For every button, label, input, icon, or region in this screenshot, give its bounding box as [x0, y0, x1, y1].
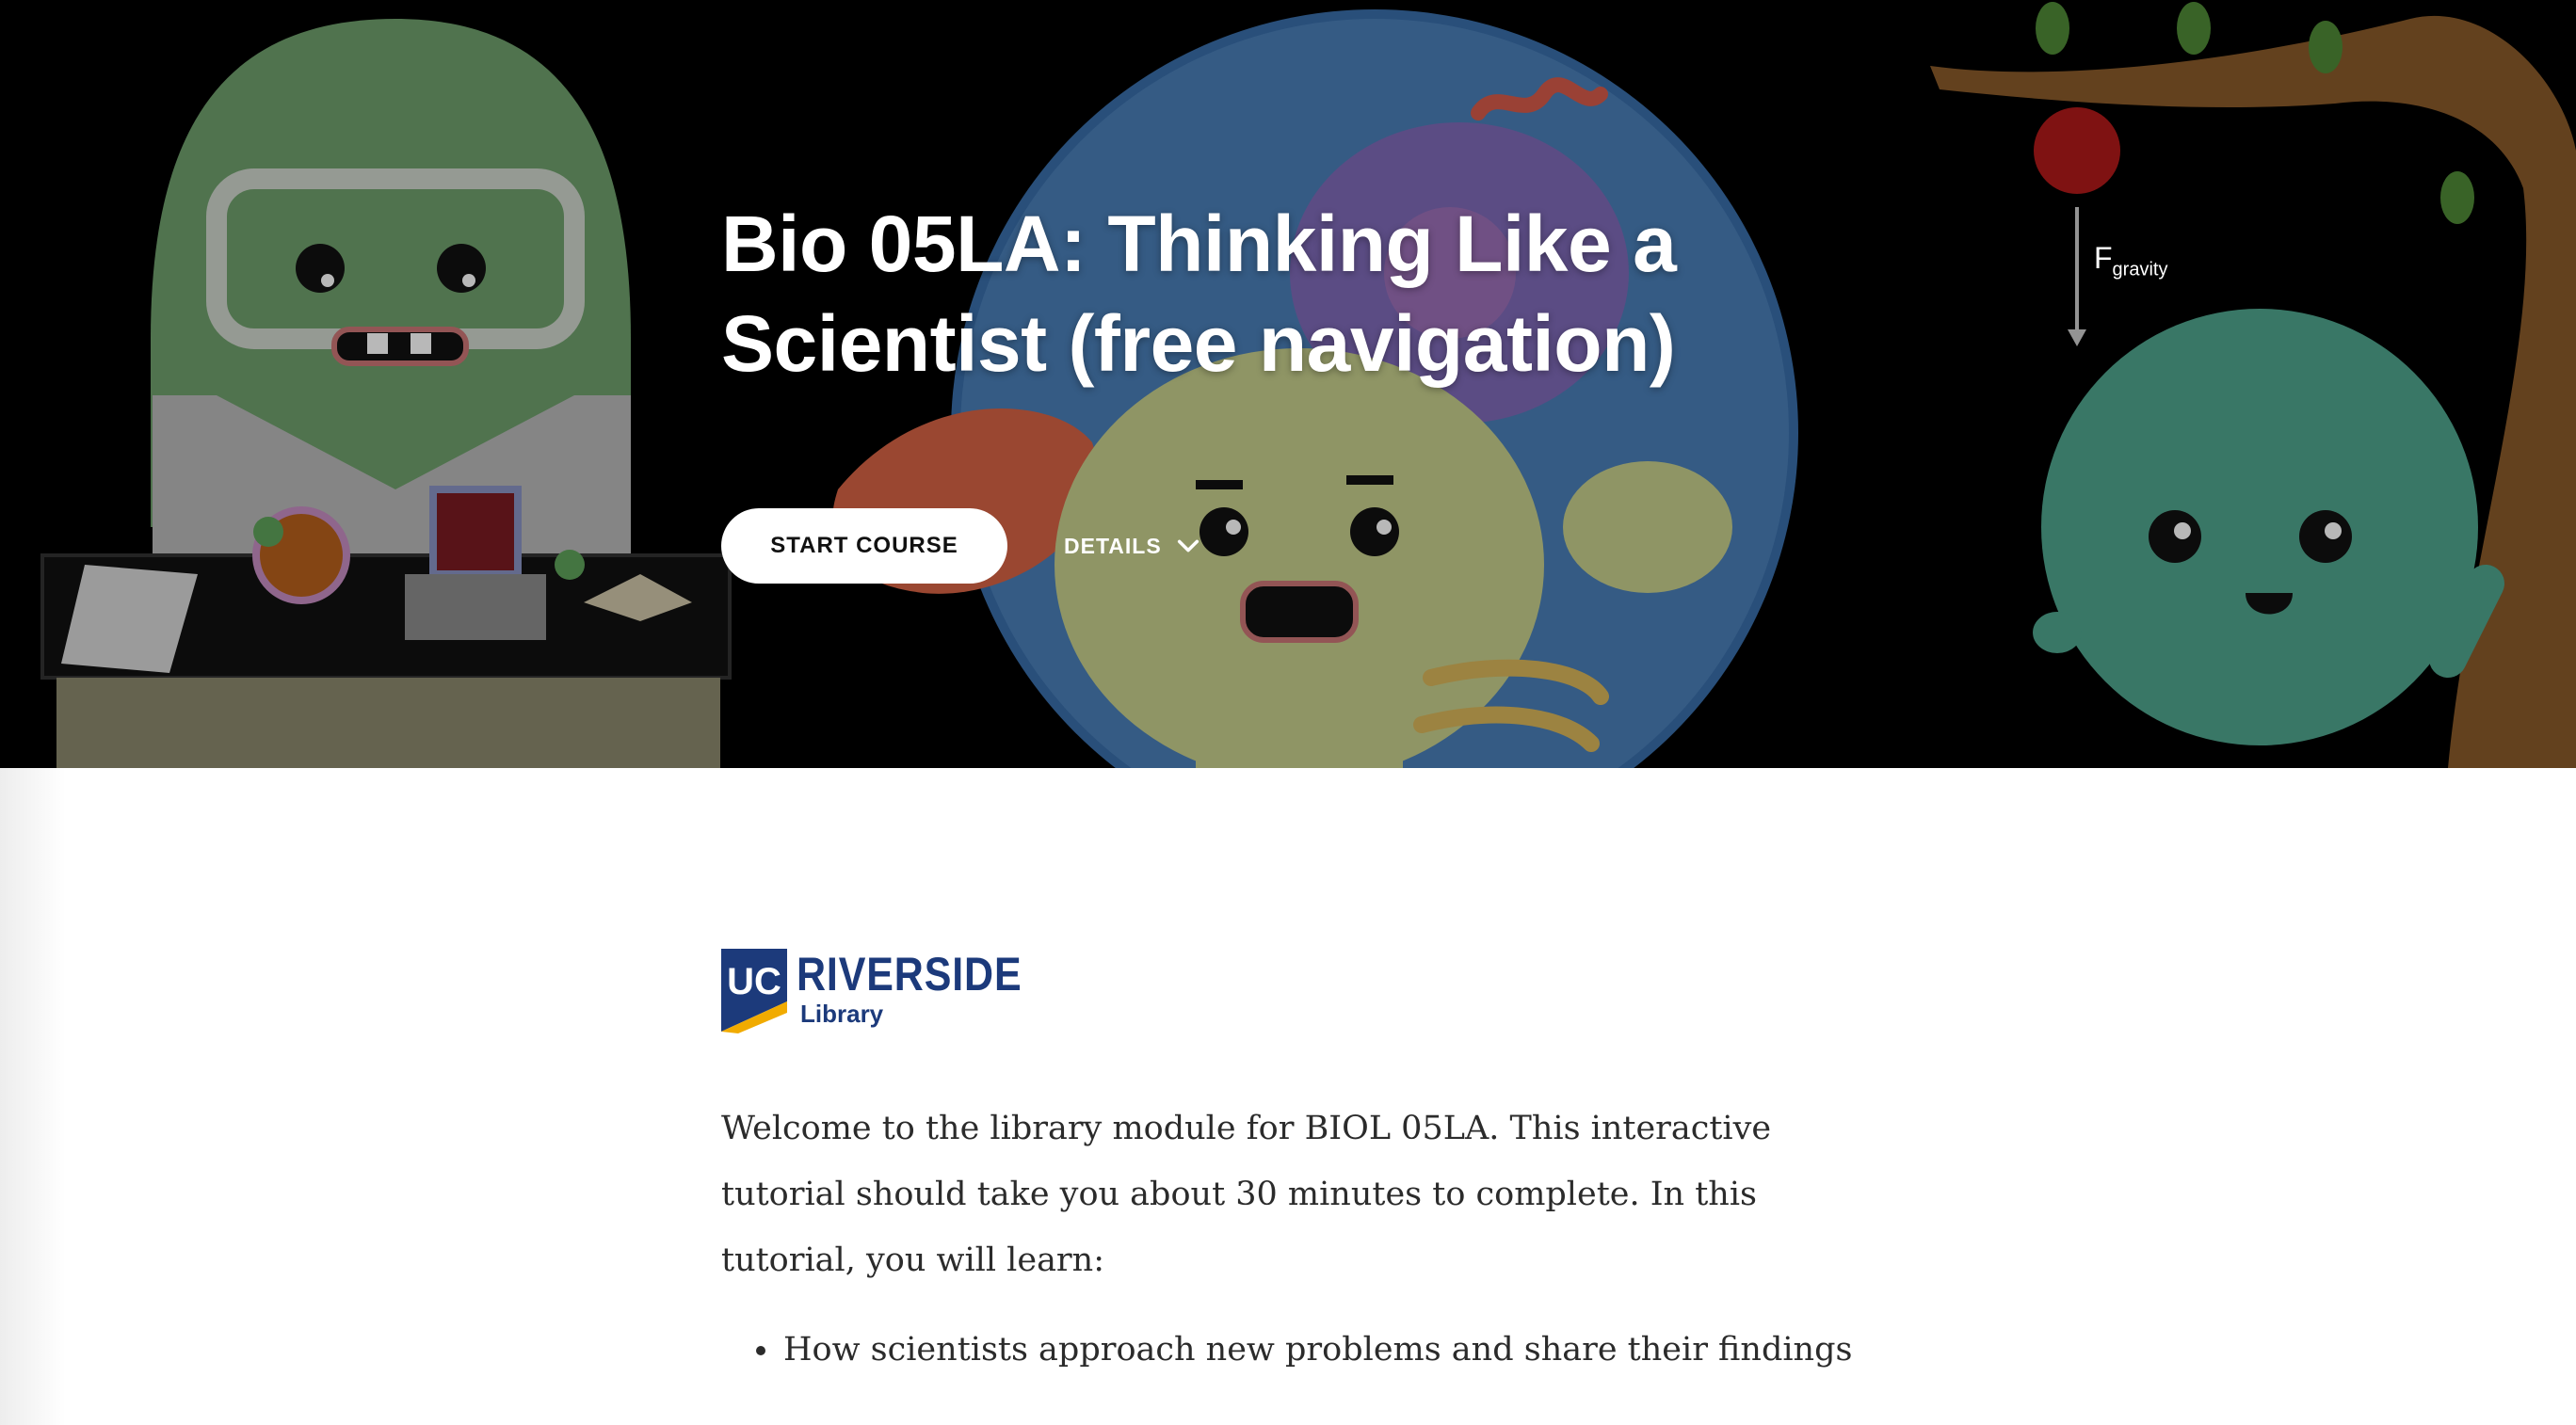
- logo-riverside-text: RIVERSIDE: [797, 948, 1022, 1001]
- course-title: Bio 05LA: Thinking Like a Scientist (fre…: [721, 200, 1677, 388]
- ucr-library-logo: UC RIVERSIDE Library: [721, 949, 1059, 1033]
- page-edge-shadow: [0, 768, 66, 1425]
- details-label: DETAILS: [1064, 533, 1162, 558]
- intro-paragraph: Welcome to the library module for BIOL 0…: [721, 1110, 1772, 1279]
- learning-objectives-list: How scientists approach new problems and…: [721, 1321, 2005, 1378]
- hero-banner: Fgravity Bio 05LA: Thinking Like a Scien…: [0, 0, 2576, 768]
- logo-mark-text: UC: [727, 961, 781, 1002]
- logo-library-text: Library: [800, 1000, 884, 1028]
- chevron-down-icon: [1177, 539, 1199, 552]
- details-toggle[interactable]: DETAILS: [1064, 523, 1201, 568]
- list-item: How scientists approach new problems and…: [781, 1321, 2005, 1378]
- uc-shield-icon: UC: [721, 949, 787, 1033]
- gravity-label-f: F: [2094, 241, 2113, 275]
- gravity-label-subscript: gravity: [2112, 259, 2168, 280]
- start-course-button[interactable]: START COURSE: [721, 508, 1007, 584]
- gravity-label: Fgravity: [2094, 241, 2167, 280]
